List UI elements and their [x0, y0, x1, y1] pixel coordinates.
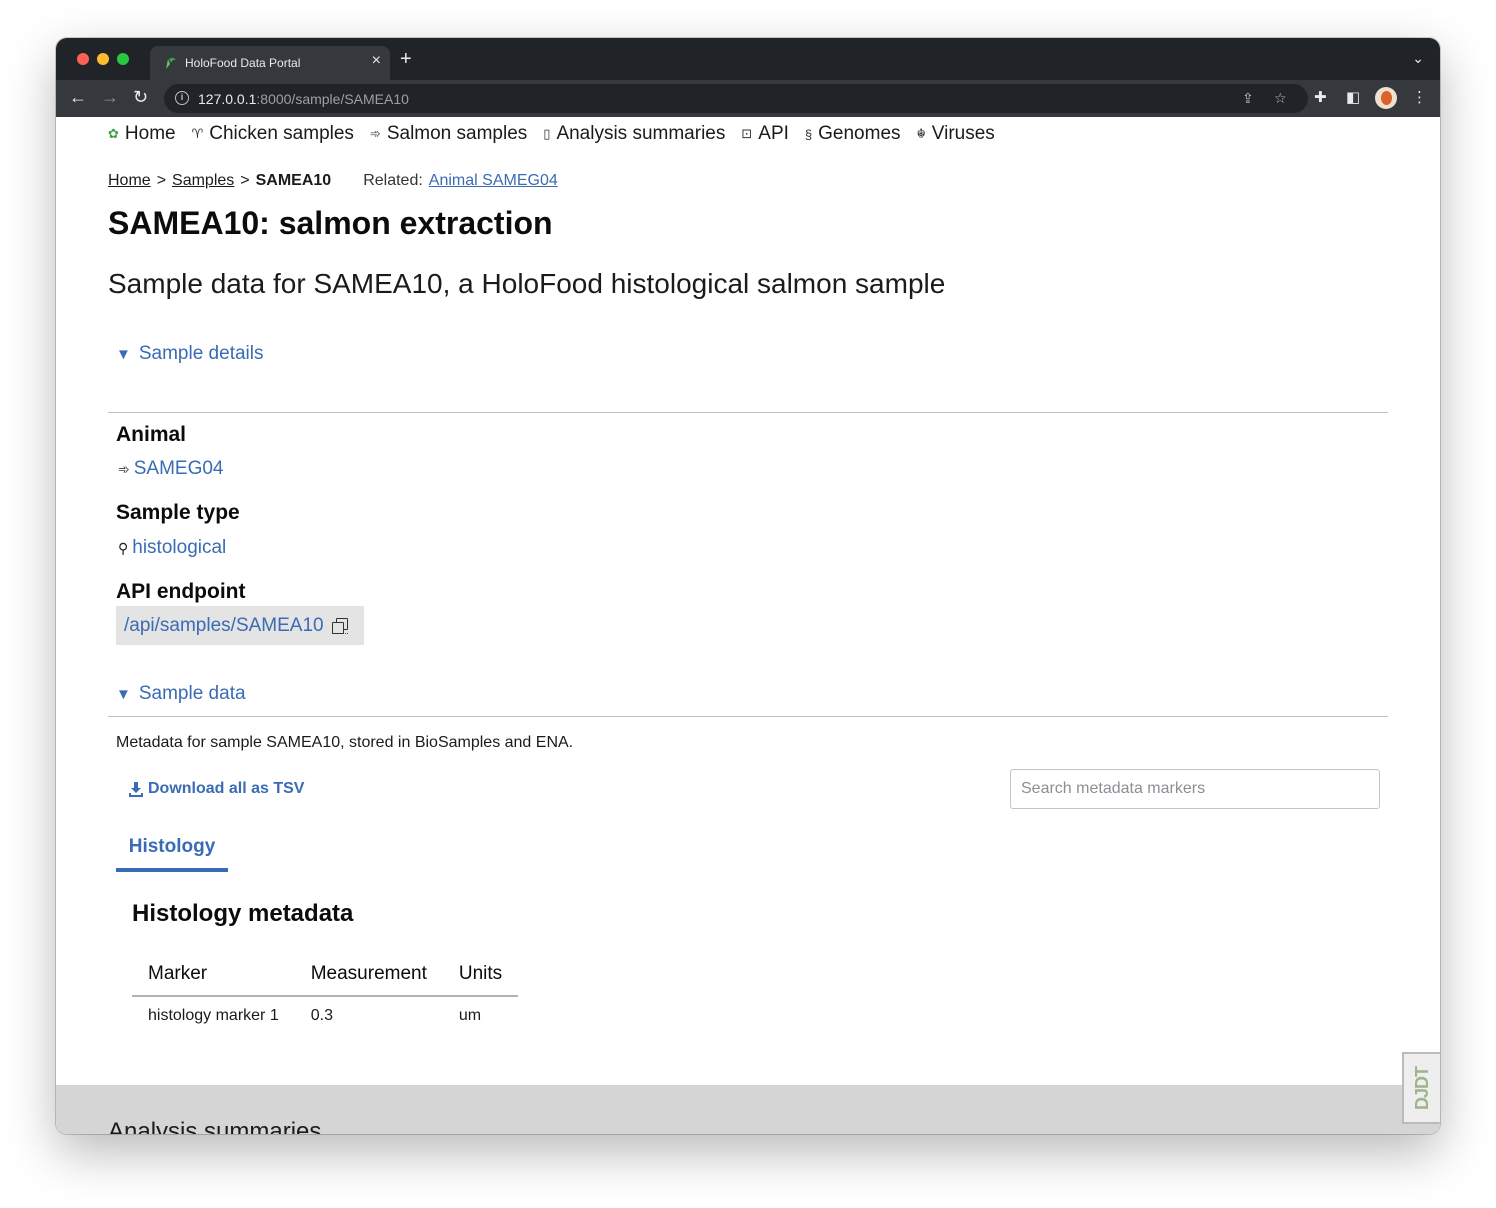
breadcrumb-samples-link[interactable]: Samples	[172, 172, 234, 189]
tab-histology[interactable]: Histology	[116, 833, 228, 872]
site-info-icon[interactable]: i	[175, 91, 189, 105]
sample-type-link[interactable]: ⚲ histological	[118, 537, 226, 559]
nav-genomes[interactable]: § Genomes	[805, 123, 901, 145]
nav-analysis-summaries[interactable]: ▯ Analysis summaries	[543, 123, 725, 145]
nav-chicken-label: Chicken samples	[209, 123, 354, 144]
nav-home-label: Home	[124, 123, 176, 144]
nav-api-label: API	[758, 123, 789, 144]
new-tab-button[interactable]: +	[400, 49, 412, 69]
footer-title: Analysis summaries	[108, 1118, 322, 1134]
sample-type-value: histological	[132, 537, 227, 558]
api-endpoint-box: /api/samples/SAMEA10	[116, 606, 364, 645]
column-header-measurement: Measurement	[294, 958, 443, 997]
animal-label: Animal	[116, 423, 187, 446]
api-endpoint-link[interactable]: /api/samples/SAMEA10	[124, 615, 324, 637]
chicken-icon: ♈	[191, 126, 204, 141]
sample-data-toggle[interactable]: ▼ Sample data	[116, 683, 246, 705]
histology-table: Marker Measurement Units histology marke…	[132, 958, 519, 1035]
browser-tab-bar: HoloFood Data Portal × + ⌄	[56, 38, 1440, 80]
table-row: histology marker 1 0.3 um	[132, 996, 518, 1035]
data-divider	[108, 716, 1388, 717]
extensions-icon[interactable]: ✚	[1314, 88, 1327, 106]
page-content: ✿ Home ♈ Chicken samples ➾ Salmon samples ▯…	[56, 117, 1440, 1134]
reload-button[interactable]: ↻	[133, 86, 148, 108]
address-bar[interactable]: i 127.0.0.1:8000/sample/SAMEA10 ⇪ ☆	[164, 84, 1308, 113]
page-title: SAMEA10: salmon extraction	[108, 205, 553, 241]
copy-icon[interactable]	[331, 617, 348, 634]
holofood-logo-icon: ✿	[108, 126, 119, 141]
metadata-note: Metadata for sample SAMEA10, stored in B…	[116, 734, 574, 751]
tab-search-chevron-icon[interactable]: ⌄	[1412, 50, 1424, 67]
fish-icon: ➾	[369, 126, 381, 141]
forward-button[interactable]: →	[101, 86, 119, 108]
expanded-triangle-icon: ▼	[116, 345, 131, 363]
dna-icon: §	[804, 126, 813, 142]
browser-window: HoloFood Data Portal × + ⌄ ← → ↻ i 127.0…	[56, 38, 1440, 1134]
terminal-icon: ⊡	[741, 126, 753, 141]
page-subtitle: Sample data for SAMEA10, a HoloFood hist…	[108, 268, 946, 299]
nav-salmon-samples[interactable]: ➾ Salmon samples	[370, 123, 527, 145]
browser-menu-icon[interactable]: ⋮	[1412, 88, 1427, 106]
debug-toolbar-handle[interactable]: DJDT	[1402, 1052, 1440, 1124]
nav-analysis-label: Analysis summaries	[556, 123, 726, 144]
maximize-window-button[interactable]	[117, 53, 129, 65]
expanded-triangle-icon: ▼	[116, 685, 131, 703]
metadata-search-input[interactable]	[1010, 769, 1380, 809]
nav-viruses-label: Viruses	[931, 123, 995, 144]
url-text: 127.0.0.1:8000/sample/SAMEA10	[198, 91, 409, 107]
bookmark-star-icon[interactable]: ☆	[1274, 90, 1287, 107]
sample-type-label: Sample type	[116, 501, 240, 524]
nav-salmon-label: Salmon samples	[386, 123, 528, 144]
breadcrumb-home-link[interactable]: Home	[108, 172, 151, 189]
window-controls	[77, 53, 129, 65]
close-window-button[interactable]	[77, 53, 89, 65]
fish-icon: ➾	[118, 460, 130, 477]
table-header-row: Marker Measurement Units	[132, 958, 519, 997]
nav-genomes-label: Genomes	[818, 123, 901, 144]
download-tsv-link[interactable]: Download all as TSV	[128, 780, 304, 798]
profile-avatar[interactable]	[1375, 87, 1397, 109]
close-tab-icon[interactable]: ×	[372, 52, 381, 70]
cell-measurement: 0.3	[310, 1007, 333, 1024]
main-nav: ✿ Home ♈ Chicken samples ➾ Salmon samples ▯…	[108, 123, 995, 145]
nav-home[interactable]: ✿ Home	[108, 123, 176, 145]
download-icon	[129, 782, 143, 797]
book-icon: ▯	[543, 126, 551, 141]
share-icon[interactable]: ⇪	[1242, 90, 1254, 107]
histology-section-title: Histology metadata	[132, 900, 354, 927]
microscope-icon: ⚲	[118, 539, 129, 556]
cell-marker: histology marker 1	[148, 1007, 279, 1024]
debug-toolbar-label: DJDT	[1411, 1066, 1432, 1110]
cell-units: um	[458, 1007, 482, 1024]
breadcrumb-separator: >	[240, 172, 250, 189]
column-header-marker: Marker	[132, 958, 295, 997]
tab-title: HoloFood Data Portal	[185, 56, 301, 70]
nav-api[interactable]: ⊡ API	[741, 123, 789, 145]
details-divider	[108, 412, 1388, 413]
sample-data-summary: Sample data	[138, 683, 246, 704]
breadcrumb-current: SAMEA10	[255, 172, 332, 189]
animal-link[interactable]: ➾ SAMEG04	[118, 458, 224, 480]
analysis-summaries-footer: Analysis summaries	[56, 1085, 1440, 1134]
browser-toolbar: ← → ↻ i 127.0.0.1:8000/sample/SAMEA10 ⇪ …	[56, 80, 1440, 117]
holofood-favicon-icon	[166, 57, 176, 69]
back-button[interactable]: ←	[69, 86, 87, 108]
related-animal-link[interactable]: Animal SAMEG04	[429, 172, 558, 189]
breadcrumb: Home > Samples > SAMEA10 Related: Animal SAMEG…	[108, 172, 558, 190]
column-header-units: Units	[442, 958, 519, 997]
download-label: Download all as TSV	[148, 780, 305, 797]
api-endpoint-label: API endpoint	[116, 580, 246, 603]
browser-tab-active[interactable]: HoloFood Data Portal ×	[150, 46, 390, 80]
nav-viruses[interactable]: ☬ Viruses	[917, 123, 995, 145]
side-panel-icon[interactable]: ◧	[1346, 88, 1360, 106]
related-label: Related:	[363, 172, 423, 189]
minimize-window-button[interactable]	[97, 53, 109, 65]
animal-value: SAMEG04	[133, 458, 224, 479]
virus-icon: ☬	[916, 126, 926, 141]
sample-details-toggle[interactable]: ▼ Sample details	[116, 343, 263, 365]
breadcrumb-separator: >	[156, 172, 167, 189]
sample-details-summary: Sample details	[138, 343, 264, 364]
nav-chicken-samples[interactable]: ♈ Chicken samples	[192, 123, 354, 145]
